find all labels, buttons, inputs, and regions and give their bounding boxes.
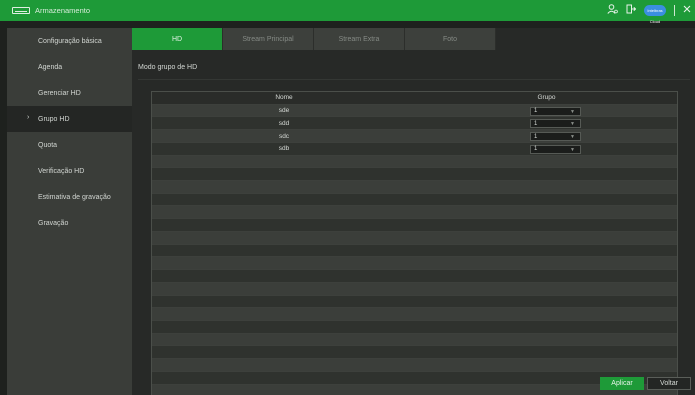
mode-label: Modo grupo de HD [138,64,198,71]
table-row-empty [152,244,677,258]
chevron-down-icon: ▼ [570,146,575,153]
tab-hd[interactable]: HD [132,28,223,50]
back-button[interactable]: Voltar [647,377,691,390]
table-row-empty [152,155,677,169]
title-bar: Armazenamento Intelbras Cloud [0,0,695,24]
table-row-empty [152,270,677,283]
apply-button[interactable]: Aplicar [600,377,644,390]
storage-icon [12,7,30,14]
tab-bar: HD Stream Principal Stream Extra Foto [132,28,496,50]
table-row-empty [152,168,677,182]
table-row: sdd 1 ▼ [152,117,677,131]
column-header-group: Grupo [537,94,556,102]
sidebar-item-label: Gravação [38,219,69,227]
table-row-empty [152,371,677,385]
user-icon[interactable] [607,4,618,17]
table-row: sde 1 ▼ [152,104,677,118]
table-row-empty [152,206,677,220]
disk-name: sde [278,107,290,115]
chevron-down-icon: ▼ [570,121,575,128]
sidebar-item-label: Grupo HD [38,115,70,123]
disk-name: sdb [278,145,290,153]
table-row-empty [152,320,677,334]
tab-stream-extra[interactable]: Stream Extra [314,28,405,50]
table-row-empty [152,384,677,395]
sidebar-item-configuracao-basica[interactable]: Configuração básica [7,28,132,54]
disk-name: sdd [278,119,290,127]
table-row-empty [152,231,677,245]
tab-stream-principal[interactable]: Stream Principal [223,28,314,50]
hd-group-table: Nome Grupo sde 1 ▼ sdd 1 ▼ sdc 1 ▼ sdb 1 ▼ [151,91,678,395]
group-select[interactable]: 1 ▼ [530,119,581,129]
group-select[interactable]: 1 ▼ [530,144,581,154]
group-select[interactable]: 1 ▼ [530,106,581,116]
sidebar-item-grupo-hd[interactable]: › Grupo HD [7,106,132,132]
divider [138,79,690,80]
table-row-empty [152,193,677,207]
table-row: sdb 1 ▼ [152,142,677,156]
table-row-empty [152,181,677,194]
group-value: 1 [534,146,538,153]
group-value: 1 [534,133,538,140]
disk-name: sdc [278,132,290,140]
sidebar-item-label: Quota [38,141,58,149]
sidebar-item-gerenciar-hd[interactable]: Gerenciar HD [7,80,132,106]
chevron-down-icon: ▼ [570,108,575,115]
table-row-empty [152,346,677,360]
cloud-icon[interactable]: Intelbras Cloud [644,5,666,24]
sidebar-item-estimativa-gravacao[interactable]: Estimativa de gravação [7,184,132,210]
table-row-empty [152,359,677,372]
divider [674,5,675,16]
close-icon[interactable] [683,5,691,16]
table-row-empty [152,295,677,309]
group-value: 1 [534,120,538,127]
sidebar-item-label: Configuração básica [38,37,102,45]
table-row: sdc 1 ▼ [152,130,677,143]
column-header-name: Nome [275,94,293,102]
main-panel: HD Stream Principal Stream Extra Foto Mo… [132,28,695,395]
logout-icon[interactable] [626,4,637,17]
sidebar-item-label: Estimativa de gravação [38,193,111,201]
table-row-empty [152,333,677,347]
chevron-right-icon: › [27,114,30,121]
tab-foto[interactable]: Foto [405,28,496,50]
sidebar-item-agenda[interactable]: Agenda [7,54,132,80]
sidebar-item-label: Agenda [38,63,63,71]
table-row-empty [152,219,677,232]
sidebar-item-label: Gerenciar HD [38,89,81,97]
sidebar-item-quota[interactable]: Quota [7,132,132,158]
sidebar: Configuração básica Agenda Gerenciar HD … [7,28,132,395]
chevron-down-icon: ▼ [570,134,575,141]
table-header: Nome Grupo [152,92,677,105]
group-select[interactable]: 1 ▼ [530,132,581,142]
sidebar-item-gravacao[interactable]: Gravação [7,210,132,236]
table-row-empty [152,257,677,271]
table-row-empty [152,308,677,321]
window-title: Armazenamento [35,6,91,15]
group-value: 1 [534,108,538,115]
sidebar-item-verificacao-hd[interactable]: Verificação HD [7,158,132,184]
sidebar-item-label: Verificação HD [38,167,85,175]
table-row-empty [152,282,677,296]
